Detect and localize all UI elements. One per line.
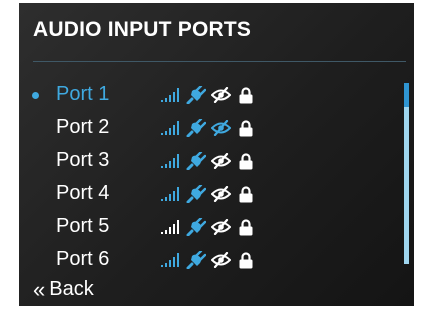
eye-off-icon <box>211 219 231 235</box>
port-row[interactable]: Port 3 <box>19 145 399 178</box>
port-row[interactable]: Port 6 <box>19 244 399 277</box>
port-label: Port 2 <box>56 116 110 138</box>
lock-icon <box>239 152 253 170</box>
signal-icon <box>161 121 180 135</box>
port-label: Port 6 <box>56 248 110 270</box>
eye-off-icon <box>211 120 231 136</box>
signal-icon <box>161 220 180 234</box>
port-status-icons <box>161 184 253 204</box>
port-row[interactable]: Port 5 <box>19 211 399 244</box>
selection-indicator <box>32 92 39 99</box>
plug-icon <box>186 251 206 269</box>
port-label: Port 3 <box>56 149 110 171</box>
eye-off-icon <box>211 153 231 169</box>
lock-icon <box>239 86 253 104</box>
double-chevron-left-icon: « <box>33 276 46 302</box>
eye-off-icon <box>211 252 231 268</box>
lock-icon <box>239 119 253 137</box>
plug-icon <box>186 185 206 203</box>
page-title: AUDIO INPUT PORTS <box>33 18 252 41</box>
port-status-icons <box>161 151 253 171</box>
port-status-icons <box>161 217 253 237</box>
signal-icon <box>161 88 180 102</box>
port-row[interactable]: Port 4 <box>19 178 399 211</box>
plug-icon <box>186 86 206 104</box>
port-row[interactable]: Port 1 <box>19 79 399 112</box>
lock-icon <box>239 218 253 236</box>
title-divider <box>33 61 406 62</box>
eye-off-icon <box>211 87 231 103</box>
port-label: Port 4 <box>56 182 110 204</box>
back-button[interactable]: « Back <box>33 278 94 301</box>
port-status-icons <box>161 85 253 105</box>
signal-icon <box>161 187 180 201</box>
lock-icon <box>239 185 253 203</box>
port-label: Port 5 <box>56 215 110 237</box>
port-row[interactable]: Port 2 <box>19 112 399 145</box>
signal-icon <box>161 253 180 267</box>
back-label: Back <box>49 278 94 300</box>
plug-icon <box>186 119 206 137</box>
plug-icon <box>186 218 206 236</box>
scrollbar-track[interactable] <box>404 83 409 264</box>
port-label: Port 1 <box>56 83 110 105</box>
scrollbar-thumb[interactable] <box>404 83 409 107</box>
eye-off-icon <box>211 186 231 202</box>
port-status-icons <box>161 250 253 270</box>
audio-input-ports-panel: AUDIO INPUT PORTS Port 1 Port 2 Port 3 Port… <box>19 3 414 306</box>
lock-icon <box>239 251 253 269</box>
port-list: Port 1 Port 2 Port 3 Port 4 Port 5 Port 6 <box>19 79 399 277</box>
plug-icon <box>186 152 206 170</box>
signal-icon <box>161 154 180 168</box>
port-status-icons <box>161 118 253 138</box>
